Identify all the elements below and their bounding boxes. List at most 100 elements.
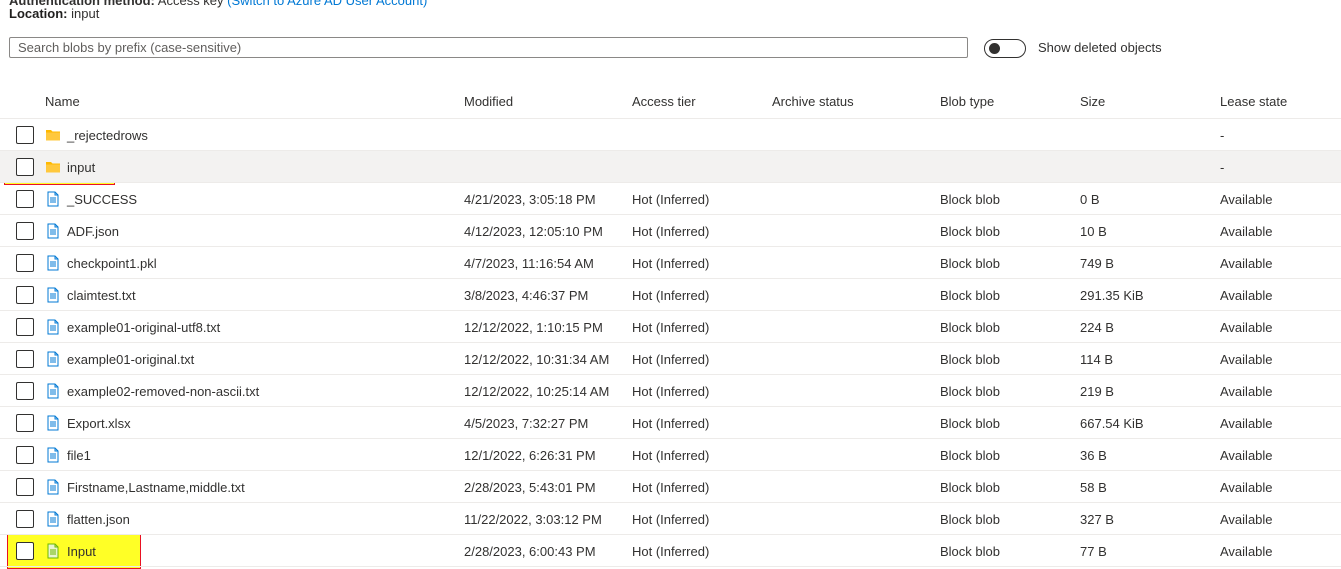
row-checkbox[interactable] — [16, 478, 34, 496]
column-header-modified[interactable]: Modified — [464, 94, 513, 109]
row-checkbox[interactable] — [16, 222, 34, 240]
blob-size: 749 B — [1080, 256, 1114, 271]
table-row[interactable]: _SUCCESS 4/21/2023, 3:05:18 PM Hot (Inferr… — [0, 183, 1341, 215]
column-header-name[interactable]: Name — [45, 94, 80, 109]
blob-name[interactable]: Input — [67, 544, 96, 559]
table-row[interactable]: checkpoint1.pkl 4/7/2023, 11:16:54 AM Hot … — [0, 247, 1341, 279]
blob-name[interactable]: file1 — [67, 448, 91, 463]
blob-size: 36 B — [1080, 448, 1107, 463]
file-icon — [45, 479, 61, 495]
blob-type: Block blob — [940, 352, 1000, 367]
file-icon — [45, 255, 61, 271]
blob-access-tier: Hot (Inferred) — [632, 320, 710, 335]
table-row[interactable]: example01-original-utf8.txt 12/12/2022, 1… — [0, 311, 1341, 343]
blob-lease-state: Available — [1220, 224, 1273, 239]
blob-access-tier: Hot (Inferred) — [632, 352, 710, 367]
blob-name[interactable]: example01-original-utf8.txt — [67, 320, 220, 335]
blob-name[interactable]: Firstname,Lastname,middle.txt — [67, 480, 245, 495]
blob-access-tier: Hot (Inferred) — [632, 192, 710, 207]
blob-access-tier: Hot (Inferred) — [632, 256, 710, 271]
table-row[interactable]: example02-removed-non-ascii.txt 12/12/202… — [0, 375, 1341, 407]
blob-name[interactable]: Export.xlsx — [67, 416, 131, 431]
row-checkbox[interactable] — [16, 382, 34, 400]
file-icon — [45, 319, 61, 335]
switch-auth-link[interactable]: (Switch to Azure AD User Account) — [227, 0, 427, 8]
blob-type: Block blob — [940, 544, 1000, 559]
row-checkbox[interactable] — [16, 190, 34, 208]
column-header-blob-type[interactable]: Blob type — [940, 94, 994, 109]
blob-size: 291.35 KiB — [1080, 288, 1144, 303]
blob-modified: 3/8/2023, 4:46:37 PM — [464, 288, 589, 303]
blob-size: 10 B — [1080, 224, 1107, 239]
blob-lease-state: Available — [1220, 288, 1273, 303]
blob-type: Block blob — [940, 192, 1000, 207]
blob-modified: 11/22/2022, 3:03:12 PM — [464, 512, 602, 527]
location-value: input — [71, 6, 100, 21]
blob-modified: 4/7/2023, 11:16:54 AM — [464, 256, 594, 271]
blob-modified: 12/1/2022, 6:26:31 PM — [464, 448, 596, 463]
file-icon — [45, 511, 61, 527]
row-checkbox[interactable] — [16, 350, 34, 368]
blob-name[interactable]: input — [67, 160, 95, 175]
table-row[interactable]: Input 2/28/2023, 6:00:43 PM Hot (Inferred)… — [0, 535, 1341, 567]
blob-size: 667.54 KiB — [1080, 416, 1144, 431]
blob-name[interactable]: flatten.json — [67, 512, 130, 527]
blob-name[interactable]: example02-removed-non-ascii.txt — [67, 384, 259, 399]
blob-name[interactable]: example01-original.txt — [67, 352, 194, 367]
table-row[interactable]: Export.xlsx 4/5/2023, 7:32:27 PM Hot (Infe… — [0, 407, 1341, 439]
blob-type: Block blob — [940, 416, 1000, 431]
table-row[interactable]: example01-original.txt 12/12/2022, 10:31:… — [0, 343, 1341, 375]
blob-size: 327 B — [1080, 512, 1114, 527]
table-row[interactable]: claimtest.txt 3/8/2023, 4:46:37 PM Hot (In… — [0, 279, 1341, 311]
row-checkbox[interactable] — [16, 286, 34, 304]
row-checkbox[interactable] — [16, 254, 34, 272]
blob-access-tier: Hot (Inferred) — [632, 288, 710, 303]
blob-type: Block blob — [940, 288, 1000, 303]
table-row[interactable]: Firstname,Lastname,middle.txt 2/28/2023, … — [0, 471, 1341, 503]
table-row[interactable]: input - — [0, 151, 1341, 183]
column-header-lease-state[interactable]: Lease state — [1220, 94, 1287, 109]
table-row[interactable]: flatten.json 11/22/2022, 3:03:12 PM Hot (I… — [0, 503, 1341, 535]
blob-modified: 12/12/2022, 10:31:34 AM — [464, 352, 610, 367]
blob-lease-state: - — [1220, 128, 1225, 143]
blob-list: _rejectedrows - input - _SUCCESS 4/21/2023, 3… — [0, 119, 1341, 567]
row-checkbox[interactable] — [16, 318, 34, 336]
blob-access-tier: Hot (Inferred) — [632, 224, 710, 239]
blob-name[interactable]: _SUCCESS — [67, 192, 137, 207]
row-checkbox[interactable] — [16, 414, 34, 432]
column-header-size[interactable]: Size — [1080, 94, 1105, 109]
row-checkbox[interactable] — [16, 510, 34, 528]
blob-lease-state: Available — [1220, 256, 1273, 271]
folder-icon — [45, 159, 61, 175]
blob-access-tier: Hot (Inferred) — [632, 448, 710, 463]
column-header-access-tier[interactable]: Access tier — [632, 94, 696, 109]
blob-modified: 12/12/2022, 1:10:15 PM — [464, 320, 603, 335]
table-row[interactable]: _rejectedrows - — [0, 119, 1341, 151]
column-header-archive-status[interactable]: Archive status — [772, 94, 854, 109]
row-checkbox[interactable] — [16, 126, 34, 144]
blob-modified: 2/28/2023, 6:00:43 PM — [464, 544, 596, 559]
search-input[interactable] — [9, 37, 968, 58]
table-row[interactable]: file1 12/1/2022, 6:26:31 PM Hot (Inferred)… — [0, 439, 1341, 471]
row-checkbox[interactable] — [16, 542, 34, 560]
toggle-knob — [989, 43, 1000, 54]
blob-name[interactable]: _rejectedrows — [67, 128, 148, 143]
show-deleted-toggle[interactable] — [984, 39, 1026, 58]
location-label: Location: — [9, 6, 68, 21]
blob-lease-state: Available — [1220, 480, 1273, 495]
blob-name[interactable]: ADF.json — [67, 224, 119, 239]
blob-name[interactable]: claimtest.txt — [67, 288, 136, 303]
blob-access-tier: Hot (Inferred) — [632, 480, 710, 495]
row-checkbox[interactable] — [16, 158, 34, 176]
file-icon — [45, 383, 61, 399]
blob-modified: 4/21/2023, 3:05:18 PM — [464, 192, 596, 207]
file-icon — [45, 447, 61, 463]
table-row[interactable]: ADF.json 4/12/2023, 12:05:10 PM Hot (Infer… — [0, 215, 1341, 247]
blob-lease-state: Available — [1220, 544, 1273, 559]
blob-access-tier: Hot (Inferred) — [632, 512, 710, 527]
row-checkbox[interactable] — [16, 446, 34, 464]
blob-name[interactable]: checkpoint1.pkl — [67, 256, 157, 271]
blob-lease-state: Available — [1220, 512, 1273, 527]
blob-type: Block blob — [940, 480, 1000, 495]
table-header: Name Modified Access tier Archive status… — [0, 86, 1341, 119]
